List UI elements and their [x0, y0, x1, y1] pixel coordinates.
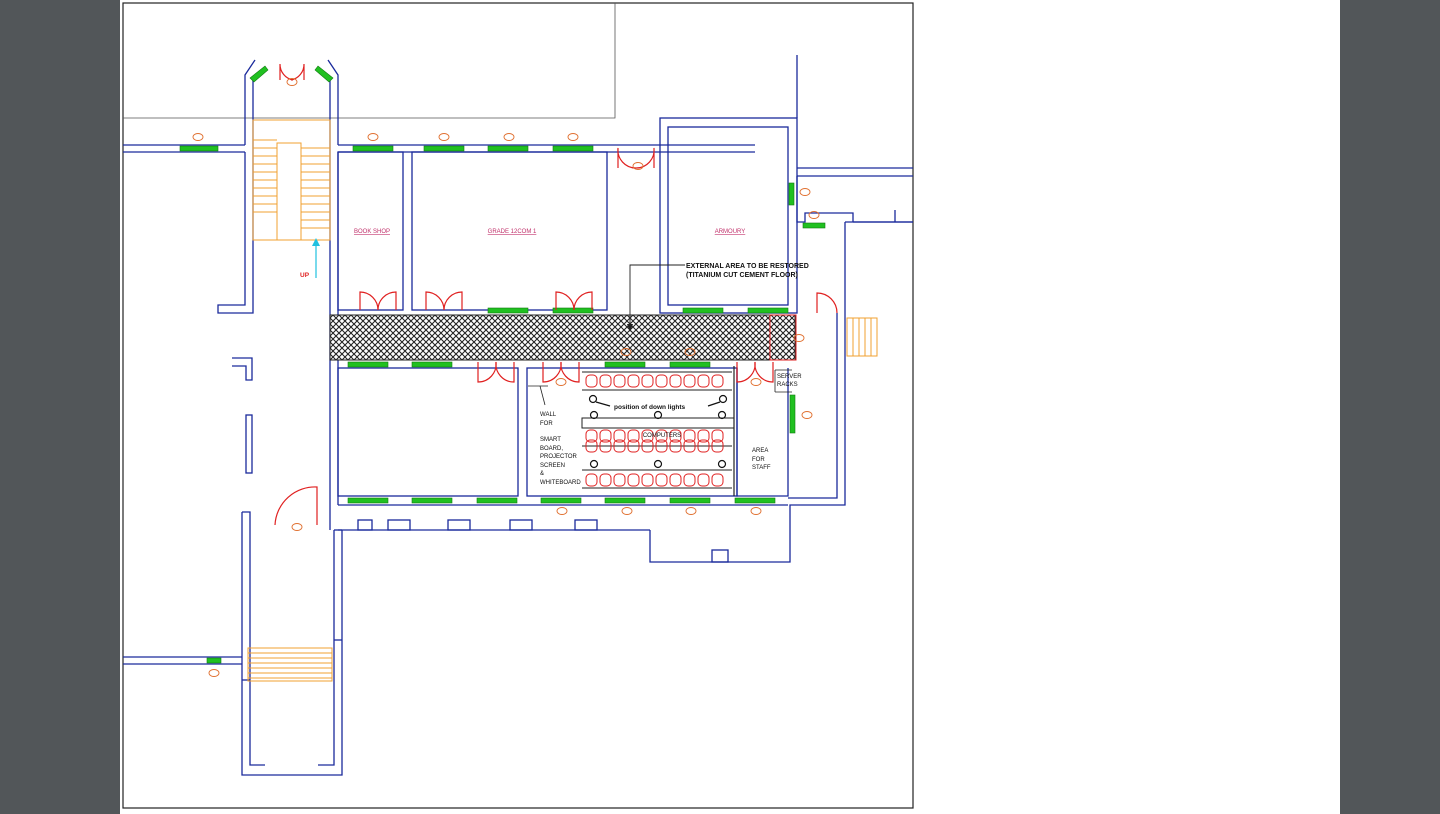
room-label-grade-room: GRADE 12COM 1 [488, 229, 537, 235]
wall-note-line8: WHITEBOARD [540, 480, 581, 486]
staff-area-line2: FOR [752, 457, 765, 463]
wall-note-line7: & [540, 471, 544, 477]
lab-chairs [585, 374, 724, 487]
up-arrow-icon [312, 238, 320, 278]
external-area-hatch [329, 314, 796, 361]
down-lights-label: position of down lights [614, 404, 686, 411]
wall-note-line5: PROJECTOR [540, 454, 578, 460]
wall-note-line3: SMART [540, 437, 561, 443]
external-area-note-line2: (TITANIUM CUT CEMENT FLOOR) [686, 272, 798, 279]
site-lines [123, 3, 616, 119]
staff-area-line1: AREA [752, 448, 768, 454]
wall-note-line2: FOR [540, 421, 553, 427]
room-label-armoury: ARMOURY [715, 229, 746, 235]
computer-lab [528, 366, 792, 496]
floor-plan-drawing: BOOK SHOP GRADE 12COM 1 ARMOURY EXTERNAL… [122, 2, 914, 809]
wall-note-line1: WALL [540, 412, 557, 418]
wall-note-line4: BOARD, [540, 446, 563, 452]
room-label-book-shop: BOOK SHOP [354, 229, 390, 235]
server-racks-label-line1: SERVER [777, 374, 802, 380]
reference-markers [192, 78, 820, 677]
external-area-note-line1: EXTERNAL AREA TO BE RESTORED [686, 263, 809, 270]
pdf-page: BOOK SHOP GRADE 12COM 1 ARMOURY EXTERNAL… [120, 0, 1340, 814]
computers-label: COMPUTERS [643, 433, 681, 439]
wall-note-line6: SCREEN [540, 463, 565, 469]
server-racks-label-line2: RACKS [777, 382, 798, 388]
staff-area-line3: STAFF [752, 465, 771, 471]
stair-up-label: UP [300, 272, 310, 279]
